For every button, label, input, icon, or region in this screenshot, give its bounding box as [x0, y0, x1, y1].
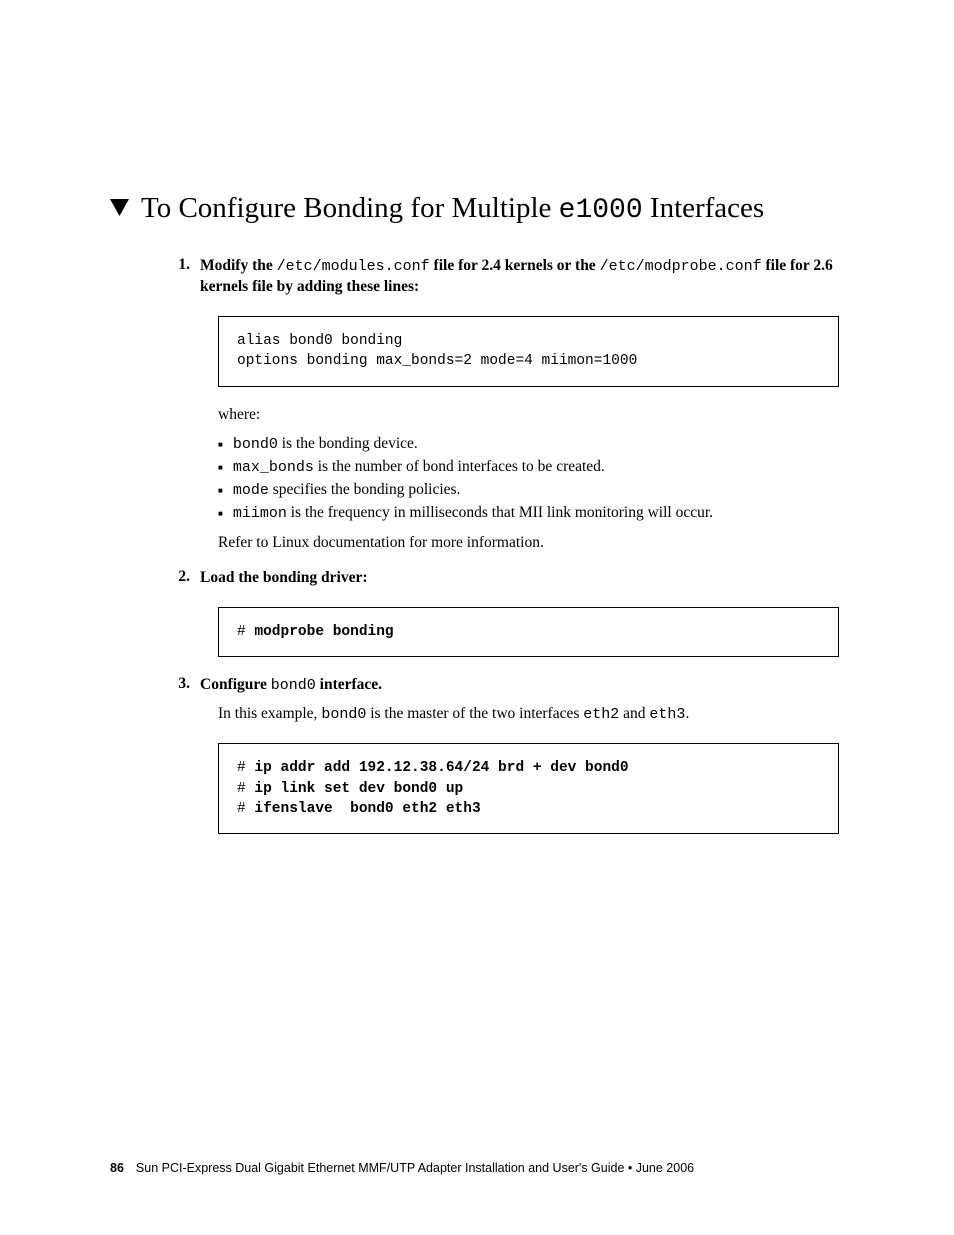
t: interface.: [316, 676, 382, 693]
t: is the master of the two interfaces: [366, 705, 583, 722]
bullet-list: bond0 is the bonding device. max_bonds i…: [218, 434, 839, 525]
list-item: miimon is the frequency in milliseconds …: [218, 503, 839, 524]
t: eth2: [583, 706, 619, 723]
prompt: #: [237, 624, 254, 640]
step-number: 3.: [110, 675, 200, 696]
step-2: 2. Load the bonding driver:: [110, 568, 839, 589]
command: modprobe bonding: [254, 624, 393, 640]
example-text: In this example, bond0 is the master of …: [218, 704, 839, 725]
t: bond0: [271, 677, 316, 694]
command: ifenslave bond0 eth2 eth3: [254, 801, 480, 817]
command: ip addr add 192.12.38.64/24 brd + dev bo…: [254, 760, 628, 776]
heading-pre: To Configure Bonding for Multiple: [141, 192, 559, 224]
t: and: [619, 705, 649, 722]
prompt: #: [237, 760, 254, 776]
section-heading: To Configure Bonding for Multiple e1000 …: [110, 190, 839, 228]
triangle-down-icon: [110, 199, 129, 221]
t: /etc/modprobe.conf: [600, 258, 762, 275]
bullet-text: is the frequency in milliseconds that MI…: [287, 504, 713, 521]
list-item: mode specifies the bonding policies.: [218, 480, 839, 501]
footer-title: Sun PCI-Express Dual Gigabit Ethernet MM…: [136, 1161, 694, 1175]
step-text: Modify the /etc/modules.conf file for 2.…: [200, 256, 839, 298]
step-text: Configure bond0 interface.: [200, 675, 839, 696]
prompt: #: [237, 801, 254, 817]
list-item: max_bonds is the number of bond interfac…: [218, 457, 839, 478]
heading-mono: e1000: [559, 195, 643, 226]
code-block-1: alias bond0 bonding options bonding max_…: [218, 316, 839, 387]
t: bond0: [321, 706, 366, 723]
page-number: 86: [110, 1161, 124, 1175]
bullet-mono: bond0: [233, 436, 278, 453]
list-item: bond0 is the bonding device.: [218, 434, 839, 455]
heading-text: To Configure Bonding for Multiple e1000 …: [141, 190, 764, 228]
page-footer: 86 Sun PCI-Express Dual Gigabit Ethernet …: [110, 1161, 694, 1175]
command: ip link set dev bond0 up: [254, 781, 463, 797]
t: Modify the: [200, 257, 277, 274]
refer-text: Refer to Linux documentation for more in…: [218, 533, 839, 554]
bullet-text: is the bonding device.: [278, 435, 418, 452]
t: file for 2.4 kernels or the: [430, 257, 600, 274]
t: .: [685, 705, 689, 722]
bullet-mono: miimon: [233, 505, 287, 522]
t: Configure: [200, 676, 271, 693]
step-1: 1. Modify the /etc/modules.conf file for…: [110, 256, 839, 298]
t: In this example,: [218, 705, 321, 722]
bullet-mono: max_bonds: [233, 459, 314, 476]
t: /etc/modules.conf: [277, 258, 430, 275]
code-block-2: # modprobe bonding: [218, 607, 839, 657]
where-label: where:: [218, 405, 839, 426]
t: eth3: [649, 706, 685, 723]
step-text: Load the bonding driver:: [200, 568, 839, 589]
code-block-3: # ip addr add 192.12.38.64/24 brd + dev …: [218, 743, 839, 834]
bullet-text: is the number of bond interfaces to be c…: [314, 458, 605, 475]
t: Load the bonding driver:: [200, 569, 368, 586]
bullet-mono: mode: [233, 482, 269, 499]
step-3: 3. Configure bond0 interface.: [110, 675, 839, 696]
heading-post: Interfaces: [643, 192, 765, 224]
step-number: 2.: [110, 568, 200, 589]
bullet-text: specifies the bonding policies.: [269, 481, 461, 498]
prompt: #: [237, 781, 254, 797]
step-number: 1.: [110, 256, 200, 298]
